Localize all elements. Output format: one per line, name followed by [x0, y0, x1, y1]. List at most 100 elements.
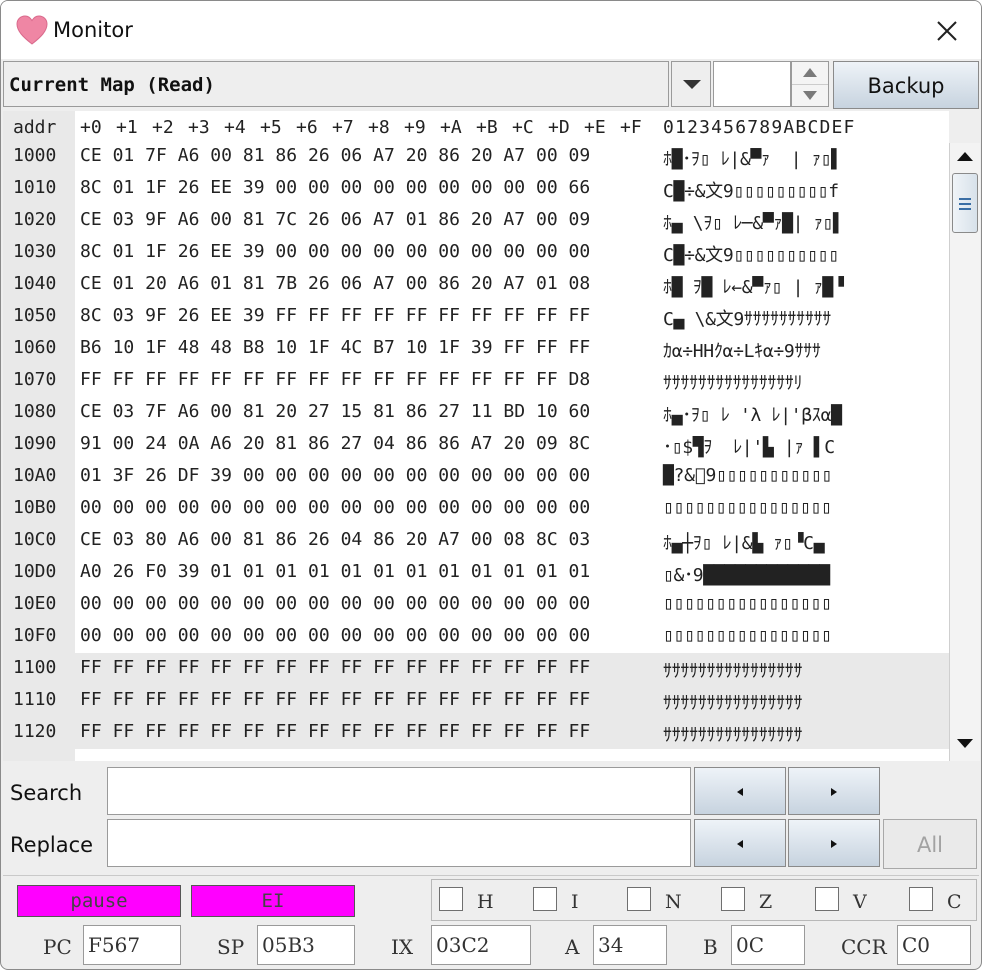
byte-column-header: +7 [332, 117, 354, 138]
hex-row[interactable]: 1110 FF FF FF FF FF FF FF FF FF FF FF FF … [3, 685, 949, 717]
row-bytes[interactable]: CE 03 7F A6 00 81 20 27 15 81 86 27 11 B… [80, 401, 590, 422]
replace-next-button[interactable] [788, 819, 880, 867]
spinner-up-icon[interactable] [792, 62, 828, 85]
ei-indicator[interactable]: EI [191, 885, 355, 917]
hex-row[interactable]: 10C0 CE 03 80 A6 00 81 86 26 04 86 20 A7 … [3, 525, 949, 557]
search-input[interactable] [107, 767, 691, 815]
flag-n-checkbox[interactable] [627, 887, 651, 911]
row-bytes[interactable]: 8C 01 1F 26 EE 39 00 00 00 00 00 00 00 0… [80, 177, 590, 198]
row-ascii[interactable]: █?&ﾟ9▯▯▯▯▯▯▯▯▯▯▯ [663, 465, 832, 486]
search-prev-button[interactable] [694, 767, 786, 815]
row-bytes[interactable]: 8C 01 1F 26 EE 39 00 00 00 00 00 00 00 0… [80, 241, 590, 262]
close-icon[interactable] [931, 15, 963, 47]
hex-row[interactable]: 10F0 00 00 00 00 00 00 00 00 00 00 00 00 … [3, 621, 949, 653]
row-ascii[interactable]: ｶα÷HHｸα÷Lｷα÷9ｻｻｻ [663, 337, 821, 363]
row-ascii[interactable]: ▯▯▯▯▯▯▯▯▯▯▯▯▯▯▯▯ [663, 497, 832, 518]
row-ascii[interactable]: ｻｻｻｻｻｻｻｻｻｻｻｻｻｻｻｻ [663, 689, 803, 715]
row-ascii[interactable]: ｻｻｻｻｻｻｻｻｻｻｻｻｻｻｻﾘ [663, 369, 803, 395]
row-ascii[interactable]: ▯▯▯▯▯▯▯▯▯▯▯▯▯▯▯▯ [663, 593, 832, 614]
row-ascii[interactable]: ﾎ▄ \ｦ▯ ﾚ─&▀ｧ█| ｧ▯▌ [663, 209, 844, 235]
row-ascii[interactable]: C▄ \&文9ｻｻｻｻｻｻｻｻｻｻ [663, 305, 831, 331]
hex-row[interactable]: 1040 CE 01 20 A6 01 81 7B 26 06 A7 00 86 … [3, 269, 949, 301]
a-label: A [565, 935, 580, 959]
ccr-label: CCR [841, 935, 887, 959]
row-bytes[interactable]: FF FF FF FF FF FF FF FF FF FF FF FF FF F… [80, 689, 590, 710]
hex-row[interactable]: 1010 8C 01 1F 26 EE 39 00 00 00 00 00 00 … [3, 173, 949, 205]
hex-row[interactable]: 1090 91 00 24 0A A6 20 81 86 27 04 86 86 … [3, 429, 949, 461]
row-bytes[interactable]: 01 3F 26 DF 39 00 00 00 00 00 00 00 00 0… [80, 465, 590, 486]
row-ascii[interactable]: ﾎ▄･ｦ▯ ﾚ 'λ ﾚ|'βｽα█ [663, 401, 842, 427]
row-ascii[interactable]: ･▯$▜ｦ ﾚ|'▙ |ｧ ▌C [663, 433, 835, 459]
row-ascii[interactable]: C█÷&文9▯▯▯▯▯▯▯▯▯▯ [663, 241, 839, 267]
pause-button[interactable]: pause [17, 885, 181, 917]
flag-z-checkbox[interactable] [721, 887, 745, 911]
hex-row[interactable]: 1020 CE 03 9F A6 00 81 7C 26 06 A7 01 86 … [3, 205, 949, 237]
row-bytes[interactable]: FF FF FF FF FF FF FF FF FF FF FF FF FF F… [80, 369, 590, 390]
row-bytes[interactable]: CE 01 7F A6 00 81 86 26 06 A7 20 86 20 A… [80, 145, 590, 166]
row-address: 1060 [13, 337, 57, 358]
addr-column-header: addr [13, 117, 57, 138]
row-ascii[interactable]: ▯&･9████████████ [663, 561, 830, 587]
hex-row[interactable]: 1060 B6 10 1F 48 48 B8 10 1F 4C B7 10 1F … [3, 333, 949, 365]
row-ascii[interactable]: ﾎ█ ｦ█ ﾚ←&▀ｧ▯ | ｧ█▝ [663, 273, 844, 299]
row-ascii[interactable]: ﾎ█･ｦ▯ ﾚ|&▀ｧ | ｧ▯▌ [663, 145, 842, 171]
row-address: 10B0 [13, 497, 57, 518]
row-bytes[interactable]: 00 00 00 00 00 00 00 00 00 00 00 00 00 0… [80, 497, 590, 518]
replace-prev-button[interactable] [694, 819, 786, 867]
flag-v-checkbox[interactable] [815, 887, 839, 911]
row-bytes[interactable]: 91 00 24 0A A6 20 81 86 27 04 86 86 A7 2… [80, 433, 590, 454]
replace-all-button[interactable]: All [883, 819, 977, 869]
hex-row[interactable]: 1080 CE 03 7F A6 00 81 20 27 15 81 86 27 … [3, 397, 949, 429]
row-ascii[interactable]: ｻｻｻｻｻｻｻｻｻｻｻｻｻｻｻｻ [663, 721, 803, 747]
backup-button[interactable]: Backup [833, 61, 979, 109]
map-select-dropdown-button[interactable] [671, 61, 711, 107]
row-bytes[interactable]: CE 03 80 A6 00 81 86 26 04 86 20 A7 00 0… [80, 529, 590, 550]
row-bytes[interactable]: 8C 03 9F 26 EE 39 FF FF FF FF FF FF FF F… [80, 305, 590, 326]
row-ascii[interactable]: C█÷&文9▯▯▯▯▯▯▯▯▯f [663, 177, 839, 203]
flag-h-checkbox[interactable] [439, 887, 463, 911]
ix-field[interactable]: 03C2 [431, 925, 531, 965]
row-bytes[interactable]: A0 26 F0 39 01 01 01 01 01 01 01 01 01 0… [80, 561, 590, 582]
row-bytes[interactable]: B6 10 1F 48 48 B8 10 1F 4C B7 10 1F 39 F… [80, 337, 590, 358]
hex-row[interactable]: 1100 FF FF FF FF FF FF FF FF FF FF FF FF … [3, 653, 949, 685]
hex-row[interactable]: 1070 FF FF FF FF FF FF FF FF FF FF FF FF … [3, 365, 949, 397]
row-bytes[interactable]: FF FF FF FF FF FF FF FF FF FF FF FF FF F… [80, 721, 590, 742]
replace-input[interactable] [107, 819, 691, 867]
hex-row[interactable]: 10E0 00 00 00 00 00 00 00 00 00 00 00 00 … [3, 589, 949, 621]
map-select[interactable]: Current Map (Read) [3, 61, 669, 107]
sp-field[interactable]: 05B3 [257, 925, 355, 965]
hex-row[interactable]: 10D0 A0 26 F0 39 01 01 01 01 01 01 01 01 … [3, 557, 949, 589]
flag-i-checkbox[interactable] [533, 887, 557, 911]
row-bytes[interactable]: 00 00 00 00 00 00 00 00 00 00 00 00 00 0… [80, 593, 590, 614]
row-address: 1120 [13, 721, 57, 742]
hex-dump-view[interactable]: addr +0 +1 +2 +3 +4 +5 +6 +7 +8 +9 +A +B… [3, 111, 949, 761]
ccr-field[interactable]: C0 [897, 925, 971, 965]
hex-scrollbar[interactable] [949, 143, 980, 761]
scrollbar-thumb[interactable] [952, 173, 978, 233]
row-bytes[interactable]: FF FF FF FF FF FF FF FF FF FF FF FF FF F… [80, 657, 590, 678]
row-ascii[interactable]: ▯▯▯▯▯▯▯▯▯▯▯▯▯▯▯▯ [663, 625, 832, 646]
scroll-down-icon[interactable] [954, 733, 976, 755]
search-next-button[interactable] [788, 767, 880, 815]
hex-row[interactable]: 10A0 01 3F 26 DF 39 00 00 00 00 00 00 00 … [3, 461, 949, 493]
spinner-down-icon[interactable] [792, 84, 828, 106]
ccr-flags-group [431, 879, 977, 921]
row-bytes[interactable]: 00 00 00 00 00 00 00 00 00 00 00 00 00 0… [80, 625, 590, 646]
flag-i-label: I [571, 891, 579, 913]
scroll-up-icon[interactable] [954, 145, 976, 167]
flag-c-checkbox[interactable] [909, 887, 933, 911]
row-address: 1110 [13, 689, 57, 710]
row-bytes[interactable]: CE 01 20 A6 01 81 7B 26 06 A7 00 86 20 A… [80, 273, 590, 294]
b-field[interactable]: 0C [731, 925, 805, 965]
hex-row[interactable]: 1050 8C 03 9F 26 EE 39 FF FF FF FF FF FF … [3, 301, 949, 333]
row-ascii[interactable]: ﾎ▄┼ｦ▯ ﾚ|&▙ ｧ▯▝C▄ [663, 529, 825, 555]
page-spinner-field[interactable] [713, 61, 791, 107]
hex-row[interactable]: 1000 CE 01 7F A6 00 81 86 26 06 A7 20 86 … [3, 141, 949, 173]
hex-row[interactable]: 1030 8C 01 1F 26 EE 39 00 00 00 00 00 00 … [3, 237, 949, 269]
row-ascii[interactable]: ｻｻｻｻｻｻｻｻｻｻｻｻｻｻｻｻ [663, 657, 803, 683]
hex-row[interactable]: 1120 FF FF FF FF FF FF FF FF FF FF FF FF … [3, 717, 949, 749]
a-field[interactable]: 34 [593, 925, 667, 965]
row-bytes[interactable]: CE 03 9F A6 00 81 7C 26 06 A7 01 86 20 A… [80, 209, 590, 230]
hex-row[interactable]: 10B0 00 00 00 00 00 00 00 00 00 00 00 00 … [3, 493, 949, 525]
pc-field[interactable]: F567 [83, 925, 181, 965]
